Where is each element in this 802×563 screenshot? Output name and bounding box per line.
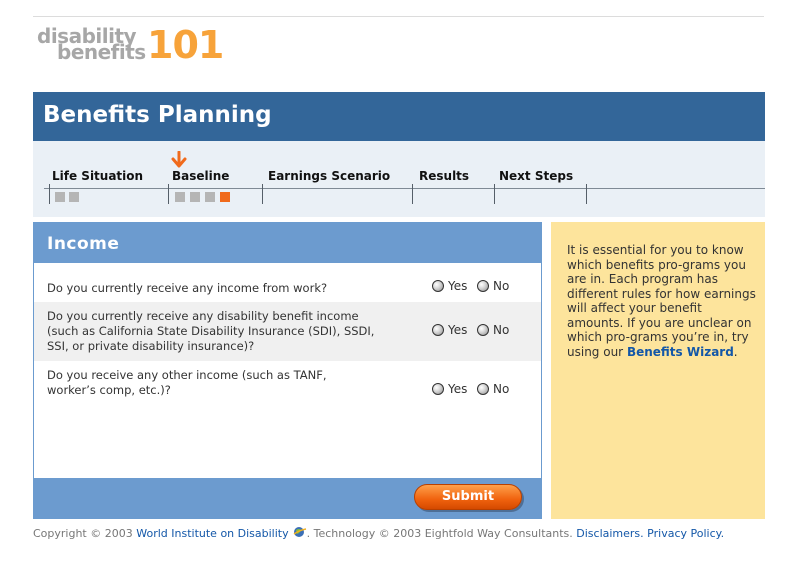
benefits-wizard-link[interactable]: Benefits Wizard [627,345,734,359]
progress-square [55,192,65,202]
income-footer: Submit [34,478,541,518]
radio-icon[interactable] [477,324,489,336]
step-results: Results [419,169,470,183]
step-divider [168,184,169,204]
question-text: Do you currently receive any disability … [47,309,375,353]
info-period: . [733,344,738,359]
progress-steps: Life Situation Baseline Earnings Scenari… [33,141,765,217]
privacy-policy-link[interactable]: Privacy Policy [647,527,720,540]
wid-link[interactable]: World Institute on Disability [136,527,288,540]
globe-icon [293,527,306,537]
progress-square [190,192,200,202]
footer-dot: . [640,527,644,540]
step-divider [412,184,413,204]
question-row-other-income: Do you receive any other income (such as… [34,361,541,411]
income-title: Income [47,234,120,254]
steps-baseline-rule [44,188,765,189]
disclaimers-link[interactable]: Disclaimers [576,527,640,540]
radio-icon[interactable] [432,383,444,395]
disability-income-no-radio[interactable]: No [477,323,509,337]
radio-icon[interactable] [477,383,489,395]
progress-square [175,192,185,202]
question-row-work-income: Do you currently receive any income from… [34,263,541,302]
footer-dot: . [720,527,725,540]
step-earnings-scenario: Earnings Scenario [268,169,391,183]
other-income-no-radio[interactable]: No [477,382,509,396]
page-banner: Benefits Planning [33,92,765,141]
site-logo[interactable]: disability benefits 101 [37,25,224,67]
radio-icon[interactable] [432,324,444,336]
step-divider [494,184,495,204]
info-panel: It is essential for you to know which be… [551,222,765,519]
question-row-disability-income: Do you currently receive any disability … [34,302,541,361]
progress-square [205,192,215,202]
income-header: Income [34,223,541,263]
copyright-text: Copyright © 2003 [33,527,133,540]
info-body: It is essential for you to know which be… [567,243,756,359]
disability-income-yes-radio[interactable]: Yes [432,323,467,337]
step-next-steps: Next Steps [499,169,574,183]
income-panel: Income Do you currently receive any inco… [33,222,542,519]
other-income-yes-radio[interactable]: Yes [432,382,467,396]
submit-button[interactable]: Submit [414,484,522,510]
radio-icon[interactable] [432,280,444,292]
technology-text: . Technology © 2003 Eightfold Way Consul… [306,527,573,540]
page-title: Benefits Planning [43,102,272,128]
progress-square [69,192,79,202]
work-income-no-radio[interactable]: No [477,279,509,293]
step-life-situation: Life Situation [52,169,144,183]
step-divider [262,184,263,204]
top-rule [33,16,764,17]
work-income-yes-radio[interactable]: Yes [432,279,467,293]
step-divider [49,184,50,204]
info-text: It is essential for you to know which be… [567,243,757,359]
question-text: Do you receive any other income (such as… [47,368,327,397]
radio-icon[interactable] [477,280,489,292]
current-step-arrow-icon [171,151,187,168]
question-text: Do you currently receive any income from… [47,281,328,295]
progress-square-current [220,192,230,202]
step-divider [586,184,587,204]
page-footer: Copyright © 2003 World Institute on Disa… [33,526,773,540]
logo-number: 101 [147,23,224,67]
step-baseline: Baseline [172,169,230,183]
logo-word-benefits: benefits [57,40,146,64]
